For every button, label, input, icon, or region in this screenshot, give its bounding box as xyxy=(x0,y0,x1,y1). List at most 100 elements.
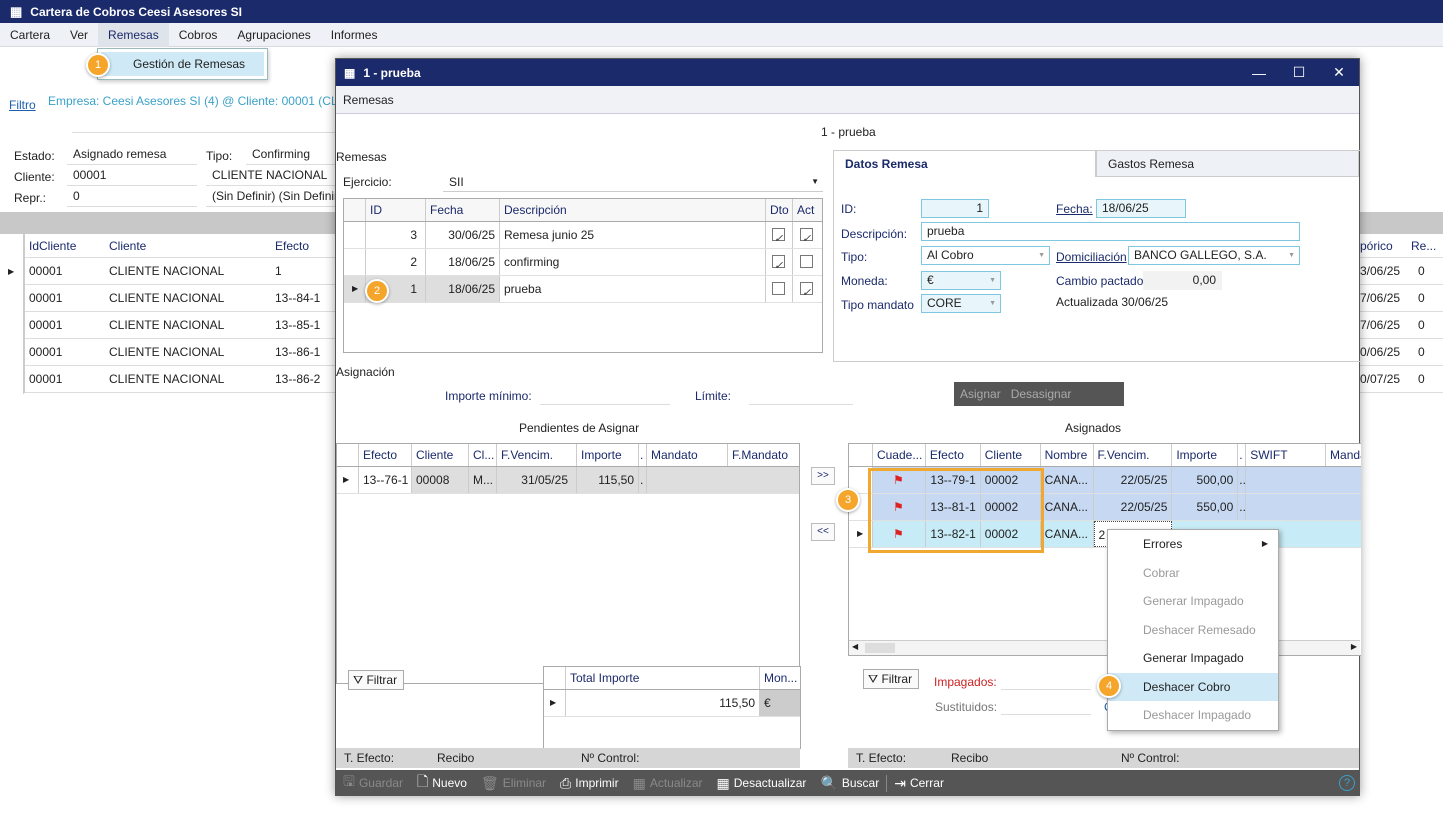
col-efecto[interactable]: Efecto xyxy=(359,444,412,466)
filtro-link[interactable]: Filtro xyxy=(9,98,36,112)
ctx-generar-impagado[interactable]: Generar Impagado xyxy=(1108,644,1278,673)
col-cuadre[interactable]: Cuade... xyxy=(873,444,926,466)
importe-minimo-field[interactable] xyxy=(540,388,670,405)
tipo-mandato-select[interactable]: CORE ▼ xyxy=(921,294,1001,313)
col-importe[interactable]: Importe xyxy=(1172,444,1239,466)
guardar-button[interactable]: 🖫 Guardar xyxy=(336,771,410,795)
menu-informes[interactable]: Informes xyxy=(321,28,388,42)
menu-agrupaciones[interactable]: Agrupaciones xyxy=(227,28,320,42)
table-row[interactable]: ▶ 115,50 € xyxy=(544,690,800,717)
cambio-field[interactable]: 0,00 xyxy=(1143,271,1222,290)
table-row-selected[interactable]: ▶ 1 18/06/25 prueba xyxy=(344,276,822,303)
scroll-right-icon[interactable]: ▶ xyxy=(1351,642,1357,651)
ejercicio-select[interactable]: SII ▼ xyxy=(443,172,823,192)
col-efecto[interactable]: Efecto xyxy=(926,444,981,466)
ctx-cobrar[interactable]: Cobrar xyxy=(1108,559,1278,588)
col-fvencim[interactable]: F.Vencim. xyxy=(1094,444,1173,466)
desactualizar-button[interactable]: ▦ Desactualizar xyxy=(710,775,814,792)
cerrar-button[interactable]: ⇥ Cerrar xyxy=(886,774,951,792)
limite-field[interactable] xyxy=(749,388,853,405)
table-row[interactable]: 3/06/25 0 xyxy=(1360,258,1443,285)
sustituidos-field[interactable] xyxy=(1001,697,1091,715)
ctx-errores[interactable]: Errores ▶ xyxy=(1108,530,1278,559)
col-cliente[interactable]: Cliente xyxy=(105,239,271,253)
table-row[interactable]: 00001 CLIENTE NACIONAL 1 xyxy=(25,258,335,285)
col-swift[interactable]: SWIFT xyxy=(1246,444,1327,466)
col-dot[interactable]: . xyxy=(639,444,647,466)
close-button[interactable]: ✕ xyxy=(1319,59,1359,86)
col-cliente[interactable]: Cliente xyxy=(981,444,1041,466)
minimize-button[interactable]: — xyxy=(1239,59,1279,86)
col-periodo[interactable]: pórico xyxy=(1360,239,1405,253)
nuevo-button[interactable]: 🗋 Nuevo xyxy=(410,771,474,795)
domiciliacion-label[interactable]: Domiciliación xyxy=(1056,250,1127,264)
fecha-field[interactable]: 18/06/25 xyxy=(1096,199,1186,218)
col-nombre[interactable]: Nombre xyxy=(1041,444,1094,466)
act-checkbox[interactable] xyxy=(800,255,813,268)
table-row[interactable]: 7/06/25 0 xyxy=(1360,285,1443,312)
table-row[interactable]: 00001 CLIENTE NACIONAL 13--86-2 xyxy=(25,366,335,393)
moneda-select[interactable]: € ▼ xyxy=(921,271,1001,290)
menu-remesas[interactable]: Remesas xyxy=(98,22,169,47)
table-row[interactable]: 0/06/25 0 xyxy=(1360,339,1443,366)
ctx-generar-impagado-disabled[interactable]: Generar Impagado xyxy=(1108,587,1278,616)
imprimir-button[interactable]: ⎙ Imprimir xyxy=(553,775,626,792)
menu-item-gestion-remesas[interactable]: Gestión de Remesas xyxy=(101,52,264,76)
act-checkbox[interactable] xyxy=(800,226,813,248)
menu-cobros[interactable]: Cobros xyxy=(169,28,228,42)
menu-ver[interactable]: Ver xyxy=(60,28,98,42)
col-total-importe[interactable]: Total Importe xyxy=(566,667,760,689)
col-cl[interactable]: Cl... xyxy=(469,444,497,466)
table-row[interactable]: 3 30/06/25 Remesa junio 25 xyxy=(344,222,822,249)
desasignar-button[interactable]: Desasignar xyxy=(1011,387,1072,401)
dialog-menu-remesas[interactable]: Remesas xyxy=(336,86,1359,114)
col-fmandato[interactable]: F.Mandato xyxy=(728,444,799,466)
col-id[interactable]: ID xyxy=(366,199,426,221)
filtrar-button-right[interactable]: ⛛ Filtrar xyxy=(863,669,920,689)
ctx-deshacer-remesado[interactable]: Deshacer Remesado xyxy=(1108,616,1278,645)
col-efecto[interactable]: Efecto xyxy=(271,239,331,253)
col-fecha[interactable]: Fecha xyxy=(426,199,500,221)
table-row[interactable]: 2 18/06/25 confirming xyxy=(344,249,822,276)
ctx-deshacer-cobro[interactable]: Deshacer Cobro xyxy=(1108,672,1278,701)
table-row[interactable]: 00001 CLIENTE NACIONAL 13--86-1 xyxy=(25,339,335,366)
col-dto[interactable]: Dto xyxy=(766,199,793,221)
col-moneda[interactable]: Mon... xyxy=(760,667,800,689)
col-mandato[interactable]: Mandato xyxy=(647,444,728,466)
col-idcliente[interactable]: IdCliente xyxy=(25,239,105,253)
col-descripcion[interactable]: Descripción xyxy=(500,199,766,221)
move-left-button[interactable]: << xyxy=(811,523,835,541)
dto-checkbox[interactable] xyxy=(772,226,785,248)
table-row[interactable]: 00001 CLIENTE NACIONAL 13--84-1 xyxy=(25,285,335,312)
dto-checkbox[interactable] xyxy=(772,282,785,295)
col-importe[interactable]: Importe xyxy=(577,444,639,466)
act-checkbox[interactable] xyxy=(800,280,813,302)
scroll-left-icon[interactable]: ◀ xyxy=(852,642,858,651)
tab-gastos-remesa[interactable]: Gastos Remesa xyxy=(1096,150,1359,177)
table-row[interactable]: 00001 CLIENTE NACIONAL 13--85-1 xyxy=(25,312,335,339)
col-fvencim[interactable]: F.Vencim. xyxy=(497,444,577,466)
fecha-label[interactable]: Fecha: xyxy=(1056,202,1093,216)
help-icon[interactable]: ? xyxy=(1339,775,1355,791)
col-re[interactable]: Re... xyxy=(1405,239,1443,253)
actualizar-button[interactable]: ▦ Actualizar xyxy=(626,775,710,792)
col-dot[interactable]: . xyxy=(1238,444,1247,466)
col-mandato[interactable]: Manda xyxy=(1326,444,1361,466)
tipo-select[interactable]: Al Cobro ▼ xyxy=(921,246,1050,265)
ctx-deshacer-impagado[interactable]: Deshacer Impagado xyxy=(1108,701,1278,730)
dto-checkbox[interactable] xyxy=(772,253,785,275)
buscar-button[interactable]: 🔍 Buscar xyxy=(813,775,886,792)
domiciliacion-select[interactable]: BANCO GALLEGO, S.A. ▼ xyxy=(1128,246,1300,265)
filtrar-button-left[interactable]: ⛛ Filtrar xyxy=(348,670,405,690)
descripcion-field[interactable]: prueba xyxy=(921,222,1300,241)
impagados-field[interactable] xyxy=(1001,672,1091,690)
id-field[interactable]: 1 xyxy=(921,199,989,218)
table-row[interactable]: 7/06/25 0 xyxy=(1360,312,1443,339)
table-row[interactable]: ▶ 13--76-1 00008 M... 31/05/25 115,50. xyxy=(337,467,799,494)
move-right-button[interactable]: >> xyxy=(811,467,835,485)
scroll-thumb[interactable] xyxy=(865,643,895,653)
col-act[interactable]: Act xyxy=(793,199,822,221)
asignar-button[interactable]: Asignar xyxy=(960,387,1001,401)
maximize-button[interactable]: ☐ xyxy=(1279,59,1319,86)
eliminar-button[interactable]: 🗑 Eliminar xyxy=(474,775,553,792)
